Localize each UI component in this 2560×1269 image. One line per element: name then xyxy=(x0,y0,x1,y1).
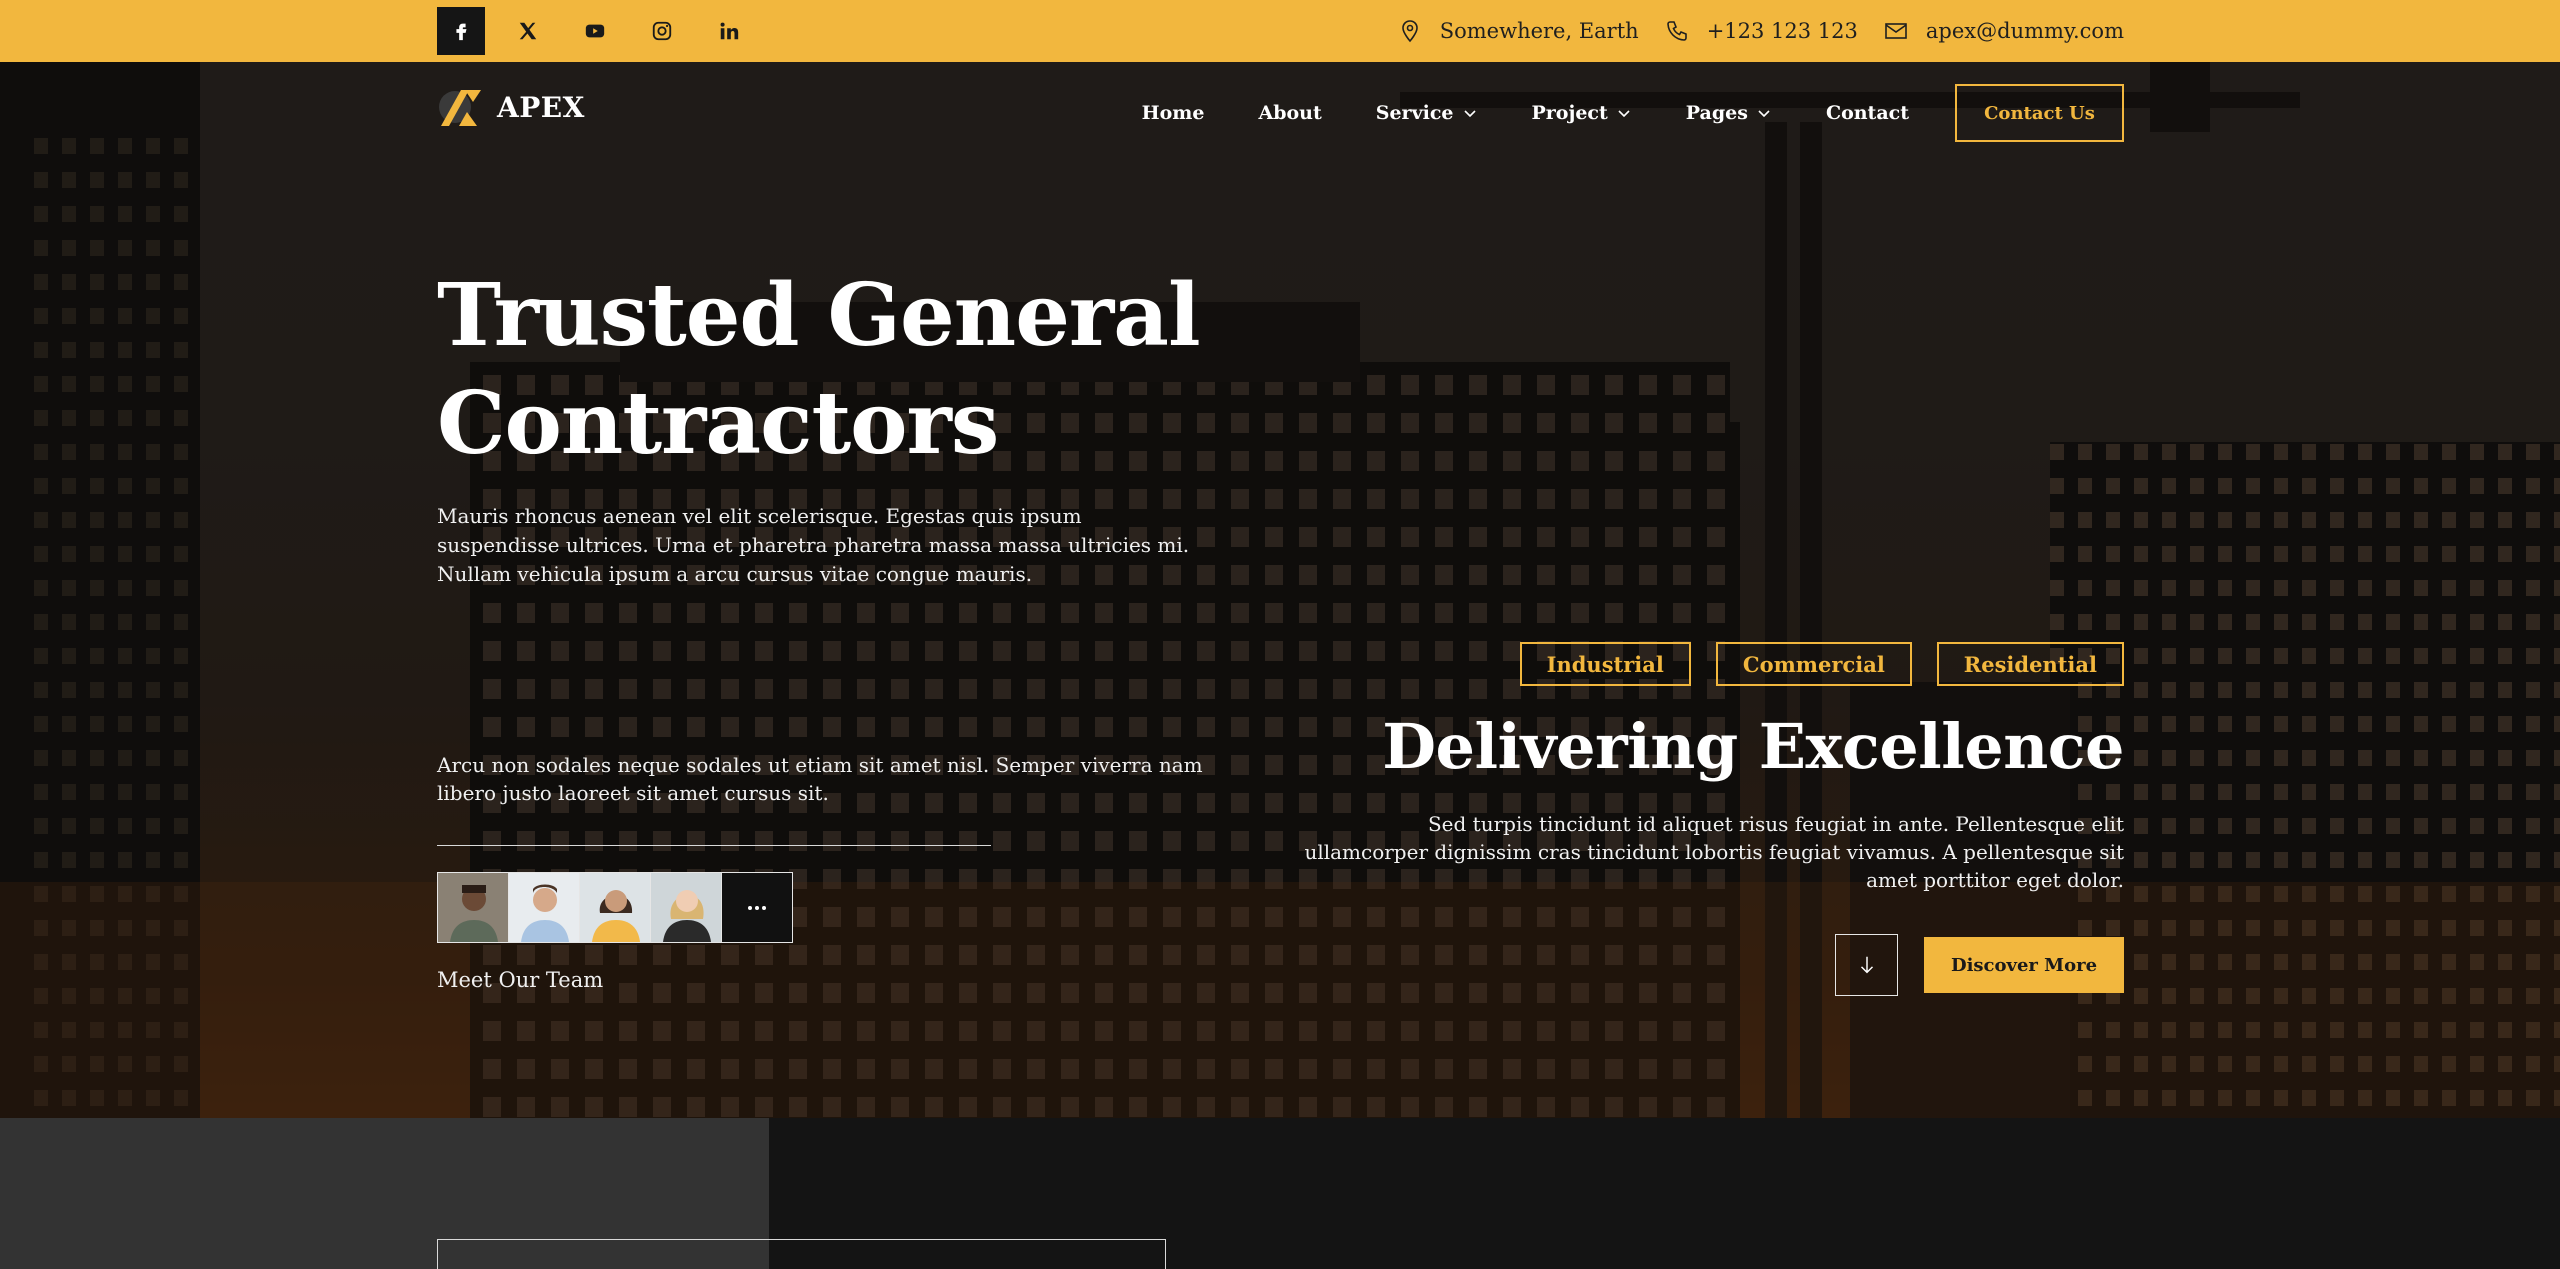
nav-contact[interactable]: Contact xyxy=(1826,102,1909,124)
hero-title: Trusted General Contractors xyxy=(437,262,1337,478)
scroll-down-button[interactable] xyxy=(1835,934,1898,996)
hero-title-line2: Contractors xyxy=(437,373,999,474)
social-links xyxy=(437,7,753,55)
next-section xyxy=(0,1118,2560,1269)
team-avatars[interactable] xyxy=(437,872,793,943)
nav-contact-label: Contact xyxy=(1825,102,1909,124)
top-bar: Somewhere, Earth +123 123 123 apex@dummy… xyxy=(0,0,2560,62)
facebook-icon[interactable] xyxy=(437,7,485,55)
youtube-icon[interactable] xyxy=(571,7,619,55)
chevron-down-icon xyxy=(1463,110,1476,118)
hero-sub-text: Arcu non sodales neque sodales ut etiam … xyxy=(437,753,1203,805)
arrow-down-icon xyxy=(1860,956,1873,974)
contact-info: Somewhere, Earth +123 123 123 apex@dummy… xyxy=(1398,0,2124,62)
location-info: Somewhere, Earth xyxy=(1398,19,1639,43)
nav-pages-label: Pages xyxy=(1685,102,1748,124)
tag-commercial[interactable]: Commercial xyxy=(1715,642,1912,686)
nav-service[interactable]: Service xyxy=(1376,102,1478,124)
instagram-icon[interactable] xyxy=(638,7,686,55)
nav-home-label: Home xyxy=(1141,102,1205,124)
nav-project-label: Project xyxy=(1531,102,1608,124)
phone-text: +123 123 123 xyxy=(1706,19,1858,43)
map-pin-icon xyxy=(1401,20,1418,43)
brand-logo[interactable]: APEX xyxy=(437,84,585,130)
hero-lead-text: Mauris rhoncus aenean vel elit scelerisq… xyxy=(437,504,1190,586)
brand-name: APEX xyxy=(497,90,585,124)
nav-home[interactable]: Home xyxy=(1142,102,1205,124)
nav-pages[interactable]: Pages xyxy=(1686,102,1772,124)
divider-line xyxy=(437,845,991,846)
nav-about-label: About xyxy=(1258,102,1322,124)
apex-logo-icon xyxy=(439,90,481,126)
hero-actions: Discover More xyxy=(1835,934,2124,996)
tag-residential[interactable]: Residential xyxy=(1936,642,2124,686)
hero-title-line1: Trusted General xyxy=(437,265,1201,366)
x-twitter-icon[interactable] xyxy=(504,7,552,55)
nav-project[interactable]: Project xyxy=(1532,102,1632,124)
avatar[interactable] xyxy=(438,873,509,942)
mail-icon xyxy=(1885,23,1907,39)
meet-our-team-link[interactable]: Meet Our Team xyxy=(437,968,603,992)
tag-industrial[interactable]: Industrial xyxy=(1519,642,1691,686)
chevron-down-icon xyxy=(1758,110,1770,118)
avatar[interactable] xyxy=(651,873,722,942)
discover-more-button[interactable]: Discover More xyxy=(1924,937,2124,993)
email-text: apex@dummy.com xyxy=(1925,19,2124,43)
hero-overlay xyxy=(0,62,2560,1118)
bottom-outline-box xyxy=(437,1239,1166,1269)
phone-icon xyxy=(1666,21,1687,41)
main-nav: Home About Service Project Pages Contact… xyxy=(1088,84,2124,142)
more-team-button[interactable] xyxy=(722,873,792,942)
excellence-title: Delivering Excellence xyxy=(1382,710,2124,783)
more-dots-icon xyxy=(748,905,766,910)
chevron-down-icon xyxy=(1618,110,1630,118)
avatar[interactable] xyxy=(509,873,580,942)
hero-section xyxy=(0,62,2560,1118)
category-tags: Industrial Commercial Residential xyxy=(1519,642,2124,686)
linkedin-icon[interactable] xyxy=(705,7,753,55)
location-text: Somewhere, Earth xyxy=(1439,19,1639,43)
email-info[interactable]: apex@dummy.com xyxy=(1884,19,2124,43)
nav-about[interactable]: About xyxy=(1258,102,1321,124)
nav-service-label: Service xyxy=(1375,102,1454,124)
contact-us-button[interactable]: Contact Us xyxy=(1955,84,2124,142)
phone-info[interactable]: +123 123 123 xyxy=(1665,19,1858,43)
excellence-text: Sed turpis tincidunt id aliquet risus fe… xyxy=(1304,812,2124,892)
avatar[interactable] xyxy=(580,873,651,942)
